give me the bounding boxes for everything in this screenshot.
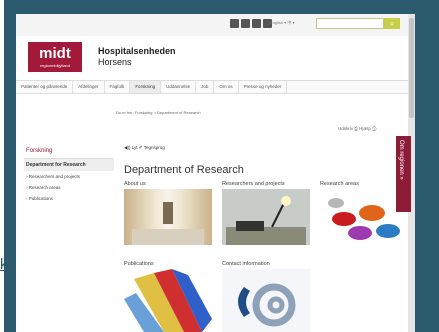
thumb-image-contact[interactable] xyxy=(222,269,310,332)
site-title-sub: Horsens xyxy=(98,57,132,67)
thumb-label-research-areas[interactable]: Research areas xyxy=(320,181,359,187)
thumb-label-publications[interactable]: Publications xyxy=(124,261,154,267)
search-input[interactable] xyxy=(316,18,384,29)
language-select[interactable]: English ▾ 中 ▾ xyxy=(270,20,294,26)
thumb-image-publications[interactable] xyxy=(124,269,212,332)
nav-item-presse-og-nyheder[interactable]: Presse og nyheder xyxy=(239,81,288,93)
nav-item-patienter-og-p-r-rende[interactable]: Patienter og pårørende xyxy=(16,81,74,93)
region-logo[interactable]: midt regionmidtjylland xyxy=(28,42,82,72)
lamp-image xyxy=(226,196,306,245)
thumb-image-research-areas[interactable] xyxy=(320,189,406,245)
sidebar-item-publications[interactable]: › Publications xyxy=(24,193,114,204)
site-title-bold: Hospitalsenheden xyxy=(98,46,176,56)
side-tab[interactable]: Om regionen » xyxy=(396,136,411,212)
scrollbar-thumb[interactable] xyxy=(409,18,414,118)
top-bar: English ▾ 中 ▾ ⌕ xyxy=(16,14,408,36)
search-button[interactable]: ⌕ xyxy=(384,18,400,29)
sidebar-item-researchers[interactable]: › Researchers and projects xyxy=(24,171,114,182)
site-title: Hospitalsenheden Horsens xyxy=(98,46,176,68)
nav-item-job[interactable]: Job xyxy=(196,81,215,93)
mail-icon[interactable] xyxy=(241,19,250,28)
thumb-label-researchers[interactable]: Researchers and projects xyxy=(222,181,285,187)
social-icons xyxy=(230,19,272,28)
breadcrumb: Du er her: Forskning > Department of Res… xyxy=(116,110,201,115)
nav-item-om-os[interactable]: Om os xyxy=(214,81,239,93)
side-tab-label: Om regionen » xyxy=(398,140,404,180)
thumb-label-about[interactable]: About us xyxy=(124,181,146,187)
nav-item-forskning[interactable]: Forskning xyxy=(130,81,162,93)
linkedin-icon[interactable] xyxy=(252,19,261,28)
contact-icon xyxy=(238,283,296,327)
hallway-image xyxy=(132,202,204,245)
sidebar-item-research-areas[interactable]: › Research areas xyxy=(24,182,114,193)
books-image xyxy=(124,269,212,332)
thumb-label-contact[interactable]: Contact information xyxy=(222,261,270,267)
nav-item-fagfolk[interactable]: Fagfolk xyxy=(105,81,131,93)
logo-word: midt xyxy=(39,45,71,62)
page-tools[interactable]: Udskriv ⎙ Hjælp ⓘ xyxy=(338,126,376,131)
thumb-image-researchers[interactable] xyxy=(222,189,310,245)
sidebar-item-selected[interactable]: Department for Research xyxy=(24,159,114,171)
browser-viewport: English ▾ 中 ▾ ⌕ midt regionmidtjylland H… xyxy=(16,14,408,332)
sidebar-title[interactable]: Forskning xyxy=(24,144,114,159)
logo-subtext: regionmidtjylland xyxy=(39,63,70,68)
page-title: Department of Research xyxy=(124,164,244,176)
left-link[interactable]: k xyxy=(0,256,8,273)
listen-toolbar[interactable]: ◀)) Lyt ✐ Tegnsprog xyxy=(124,145,165,151)
thumb-image-about[interactable] xyxy=(124,189,212,245)
petri-dish-image xyxy=(328,198,400,240)
nav-item-uddannelse[interactable]: Uddannelse xyxy=(161,81,197,93)
sidebar: Forskning Department for Research › Rese… xyxy=(24,144,114,204)
nav-item-afdelinger[interactable]: Afdelinger xyxy=(73,81,105,93)
facebook-icon[interactable] xyxy=(230,19,239,28)
main-nav: Patienter og pårørende Afdelinger Fagfolk F… xyxy=(16,80,408,94)
